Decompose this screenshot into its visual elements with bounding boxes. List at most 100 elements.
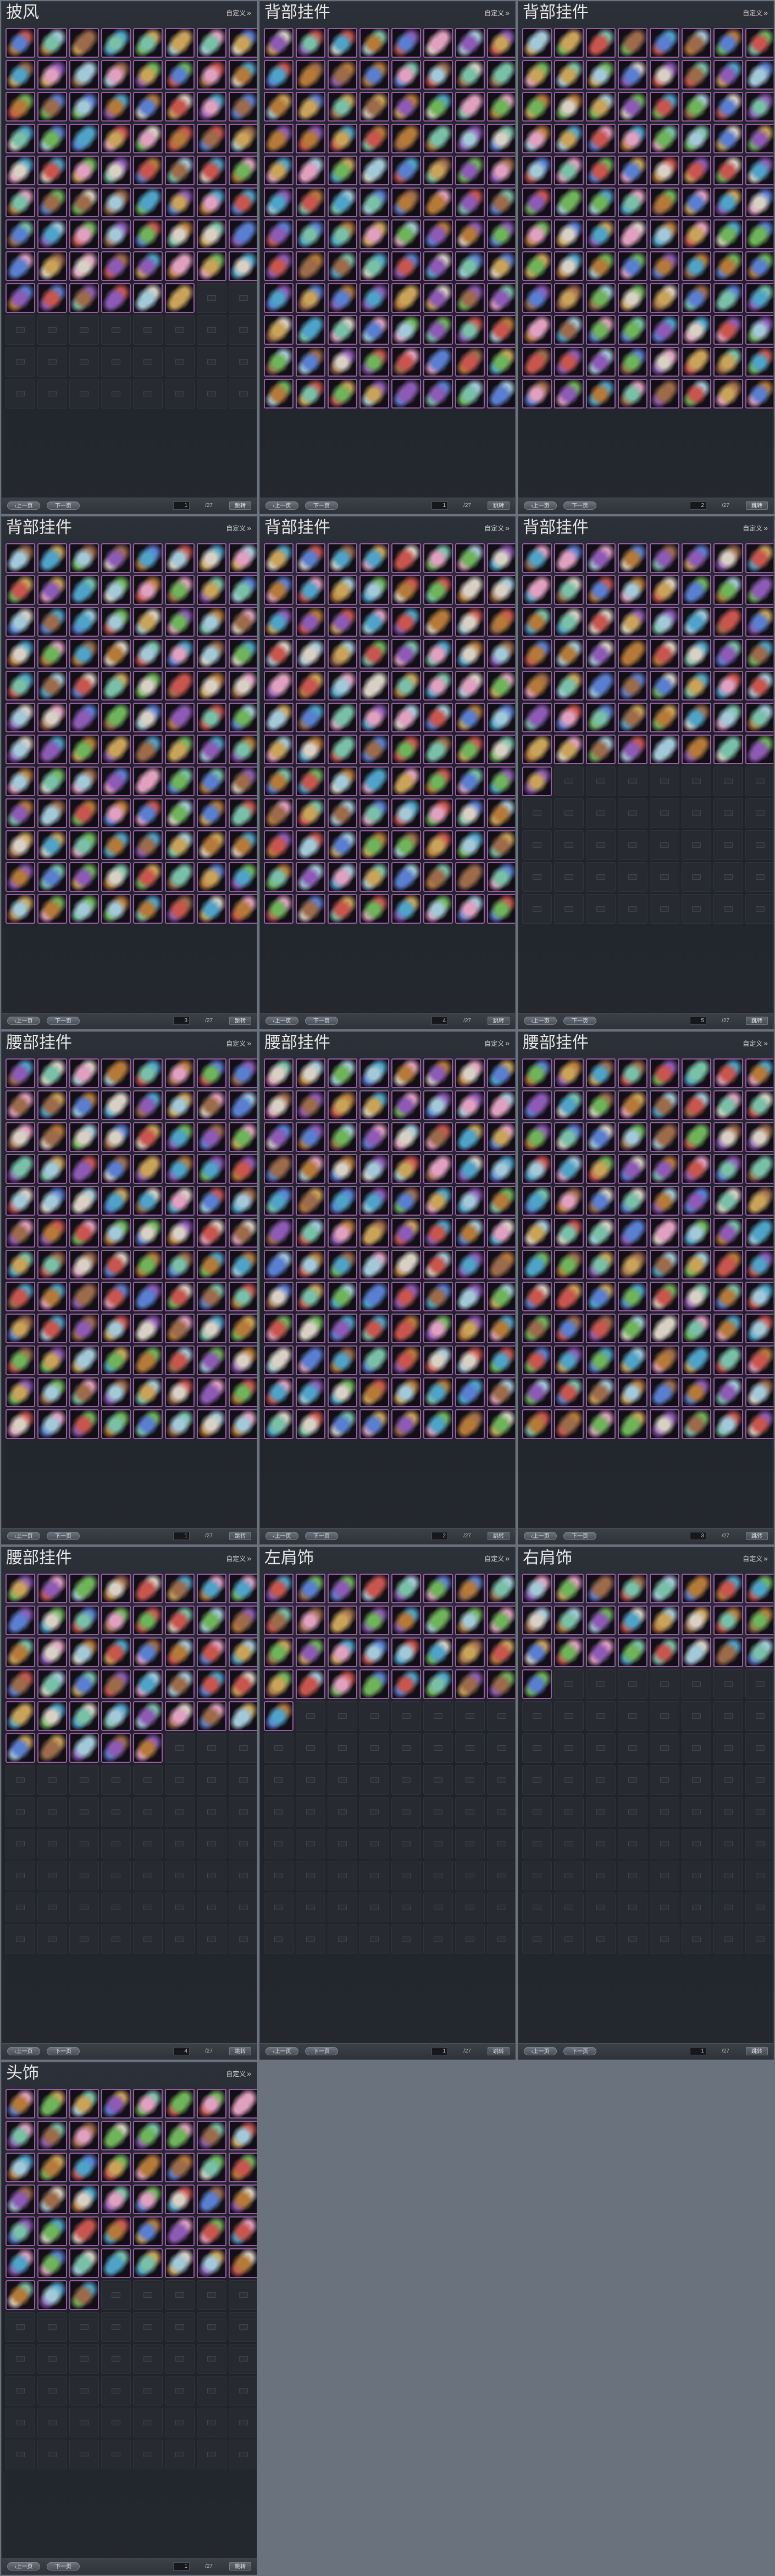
item-slot[interactable] (296, 766, 325, 796)
item-slot[interactable] (554, 1250, 584, 1279)
item-slot[interactable] (165, 2216, 195, 2246)
item-slot[interactable] (713, 1377, 743, 1407)
item-slot[interactable] (618, 639, 647, 669)
item-slot[interactable] (133, 124, 163, 153)
item-slot[interactable] (391, 1345, 421, 1375)
item-slot[interactable] (197, 766, 226, 796)
item-slot[interactable] (423, 830, 453, 860)
item-slot[interactable] (229, 830, 257, 860)
item-slot[interactable] (554, 1409, 584, 1439)
item-slot[interactable] (522, 1345, 552, 1375)
item-slot[interactable] (650, 703, 679, 732)
item-slot[interactable] (264, 1090, 294, 1120)
item-slot[interactable] (165, 1250, 195, 1279)
item-slot[interactable] (455, 1606, 485, 1635)
item-slot[interactable] (745, 251, 773, 281)
item-slot[interactable] (197, 124, 226, 153)
item-slot[interactable] (586, 1282, 616, 1311)
item-slot[interactable] (423, 1574, 453, 1603)
item-slot[interactable] (328, 379, 357, 409)
item-slot[interactable] (101, 1154, 131, 1184)
item-slot[interactable] (69, 1058, 99, 1088)
item-slot[interactable] (197, 156, 226, 185)
item-slot[interactable] (713, 1218, 743, 1248)
item-slot[interactable] (296, 251, 325, 281)
item-slot[interactable] (423, 1154, 453, 1184)
item-slot[interactable] (682, 1154, 711, 1184)
item-slot[interactable] (745, 1574, 773, 1603)
item-slot[interactable] (165, 830, 195, 860)
item-slot[interactable] (197, 60, 226, 90)
item-slot[interactable] (197, 2248, 226, 2278)
item-slot[interactable] (650, 92, 679, 122)
item-slot[interactable] (522, 1409, 552, 1439)
item-slot[interactable] (554, 1058, 584, 1088)
item-slot[interactable] (5, 1282, 35, 1311)
item-slot[interactable] (165, 2153, 195, 2182)
item-slot[interactable] (133, 2248, 163, 2278)
item-slot[interactable] (197, 28, 226, 58)
item-slot[interactable] (69, 1637, 99, 1667)
item-slot[interactable] (328, 766, 357, 796)
item-slot[interactable] (391, 1409, 421, 1439)
item-slot[interactable] (264, 1282, 294, 1311)
item-slot[interactable] (554, 543, 584, 573)
prev-page-button[interactable]: ‹上一页 (7, 1017, 40, 1025)
item-slot[interactable] (69, 251, 99, 281)
item-slot[interactable] (229, 2153, 257, 2182)
item-slot[interactable] (69, 735, 99, 764)
item-slot[interactable] (37, 894, 67, 924)
item-slot[interactable] (101, 1314, 131, 1343)
item-slot[interactable] (586, 1606, 616, 1635)
item-slot[interactable] (487, 1250, 515, 1279)
item-slot[interactable] (713, 251, 743, 281)
item-slot[interactable] (455, 1090, 485, 1120)
item-slot[interactable] (618, 1282, 647, 1311)
item-slot[interactable] (391, 798, 421, 828)
item-slot[interactable] (682, 1377, 711, 1407)
item-slot[interactable] (5, 2185, 35, 2214)
item-slot[interactable] (197, 1218, 226, 1248)
item-slot[interactable] (618, 1186, 647, 1216)
item-slot[interactable] (133, 1637, 163, 1667)
item-slot[interactable] (682, 315, 711, 345)
item-slot[interactable] (328, 315, 357, 345)
item-slot[interactable] (455, 1409, 485, 1439)
item-slot[interactable] (618, 1250, 647, 1279)
item-slot[interactable] (101, 1058, 131, 1088)
item-slot[interactable] (5, 1218, 35, 1248)
item-slot[interactable] (391, 283, 421, 313)
item-slot[interactable] (264, 1377, 294, 1407)
item-slot[interactable] (487, 894, 515, 924)
item-slot[interactable] (133, 1345, 163, 1375)
item-slot[interactable] (650, 124, 679, 153)
item-slot[interactable] (328, 1282, 357, 1311)
item-slot[interactable] (487, 1669, 515, 1699)
item-slot[interactable] (69, 1377, 99, 1407)
item-slot[interactable] (554, 639, 584, 669)
item-slot[interactable] (391, 1186, 421, 1216)
item-slot[interactable] (229, 2185, 257, 2214)
item-slot[interactable] (650, 219, 679, 249)
item-slot[interactable] (69, 1574, 99, 1603)
item-slot[interactable] (101, 1733, 131, 1763)
item-slot[interactable] (5, 1058, 35, 1088)
item-slot[interactable] (682, 283, 711, 313)
item-slot[interactable] (328, 862, 357, 892)
item-slot[interactable] (69, 894, 99, 924)
item-slot[interactable] (682, 1314, 711, 1343)
item-slot[interactable] (69, 2121, 99, 2150)
item-slot[interactable] (455, 251, 485, 281)
item-slot[interactable] (391, 219, 421, 249)
item-slot[interactable] (713, 1637, 743, 1667)
item-slot[interactable] (264, 703, 294, 732)
item-slot[interactable] (586, 607, 616, 637)
item-slot[interactable] (37, 60, 67, 90)
item-slot[interactable] (554, 735, 584, 764)
item-slot[interactable] (37, 671, 67, 700)
item-slot[interactable] (69, 219, 99, 249)
item-slot[interactable] (37, 1574, 67, 1603)
item-slot[interactable] (359, 862, 389, 892)
item-slot[interactable] (165, 1218, 195, 1248)
item-slot[interactable] (328, 735, 357, 764)
